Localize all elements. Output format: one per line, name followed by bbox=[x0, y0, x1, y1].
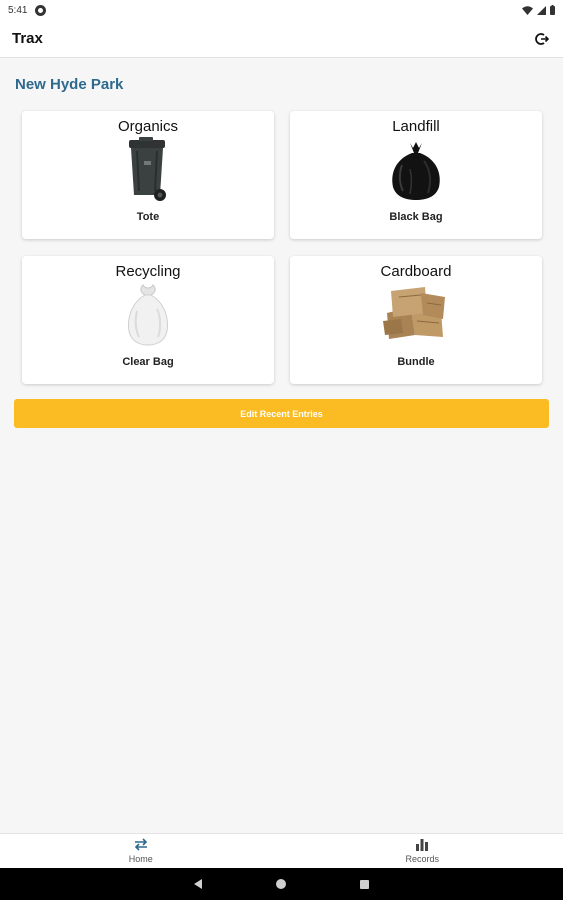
edit-recent-entries-button[interactable]: Edit Recent Entries bbox=[14, 399, 549, 428]
cardboard-bundle-icon bbox=[380, 282, 452, 348]
card-subtitle: Clear Bag bbox=[122, 356, 174, 368]
tote-bin-icon bbox=[112, 137, 184, 203]
status-bar: 5:41 bbox=[0, 0, 563, 20]
swap-arrows-icon bbox=[134, 838, 147, 851]
back-icon[interactable] bbox=[194, 879, 202, 889]
nav-item-records[interactable]: Records bbox=[282, 834, 563, 868]
home-circle-icon[interactable] bbox=[276, 879, 286, 889]
system-nav-bar bbox=[0, 868, 563, 900]
battery-icon bbox=[550, 5, 555, 15]
notification-g-icon bbox=[35, 4, 47, 16]
clear-bag-icon bbox=[112, 282, 184, 348]
card-title: Recycling bbox=[115, 263, 181, 280]
organics-card[interactable]: Organics Tote bbox=[22, 111, 274, 239]
card-subtitle: Tote bbox=[136, 211, 160, 223]
location-title: New Hyde Park bbox=[15, 76, 124, 93]
status-time: 5:41 bbox=[8, 4, 28, 16]
landfill-card[interactable]: Landfill Black Bag bbox=[290, 111, 542, 239]
recycling-card[interactable]: Recycling Clear Bag bbox=[22, 256, 274, 384]
card-subtitle: Bundle bbox=[397, 356, 435, 368]
app-bar: Trax bbox=[0, 20, 563, 58]
bottom-nav: Home Records bbox=[0, 833, 563, 868]
card-title: Landfill bbox=[392, 118, 440, 135]
cardboard-card[interactable]: Cardboard Bundle bbox=[290, 256, 542, 384]
nav-item-label: Records bbox=[405, 854, 439, 864]
nav-item-home[interactable]: Home bbox=[0, 834, 282, 868]
recent-apps-icon[interactable] bbox=[360, 879, 369, 889]
card-subtitle: Black Bag bbox=[389, 211, 443, 223]
black-bag-icon bbox=[380, 137, 452, 203]
wifi-icon bbox=[522, 5, 533, 15]
logout-icon[interactable] bbox=[533, 30, 551, 48]
nav-item-label: Home bbox=[128, 854, 153, 864]
card-title: Cardboard bbox=[380, 263, 452, 280]
bar-chart-icon bbox=[416, 839, 429, 851]
app-title: Trax bbox=[12, 30, 43, 47]
signal-icon bbox=[537, 5, 546, 15]
card-title: Organics bbox=[117, 118, 179, 135]
